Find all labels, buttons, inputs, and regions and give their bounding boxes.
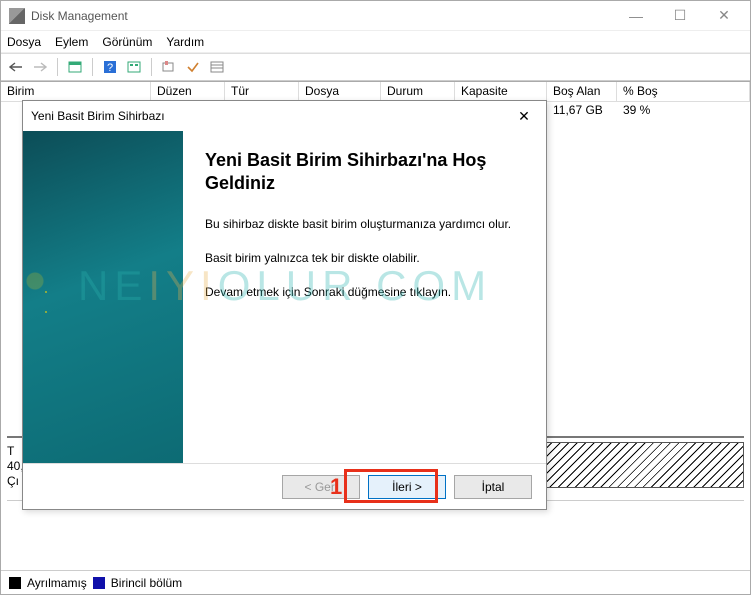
legend: Ayrılmamış Birincil bölüm <box>1 570 750 594</box>
wizard-close-button[interactable]: ✕ <box>510 102 538 130</box>
new-simple-volume-wizard: Yeni Basit Birim Sihirbazı ✕ Yeni Basit … <box>22 100 547 510</box>
volume-list-header: Birim Düzen Tür Dosya Sistemi Durum Kapa… <box>1 82 750 102</box>
maximize-button[interactable]: ☐ <box>658 1 702 31</box>
titlebar: Disk Management — ☐ ✕ <box>1 1 750 31</box>
legend-unallocated: Ayrılmamış <box>27 576 87 590</box>
back-icon[interactable] <box>5 56 27 78</box>
legend-primary: Birincil bölüm <box>111 576 182 590</box>
legend-swatch-primary <box>93 577 105 589</box>
wizard-main: Yeni Basit Birim Sihirbazı'na Hoş Geldin… <box>183 131 546 463</box>
wizard-paragraph-1: Bu sihirbaz diskte basit birim oluşturma… <box>205 216 526 232</box>
properties-icon[interactable] <box>64 56 86 78</box>
next-button[interactable]: İleri > <box>368 475 446 499</box>
menubar: Dosya Eylem Görünüm Yardım <box>1 31 750 53</box>
menu-action[interactable]: Eylem <box>55 35 88 49</box>
empty-pane <box>7 500 744 570</box>
wizard-titlebar: Yeni Basit Birim Sihirbazı ✕ <box>23 101 546 131</box>
wizard-heading: Yeni Basit Birim Sihirbazı'na Hoş Geldin… <box>205 149 526 194</box>
close-button[interactable]: ✕ <box>702 1 746 31</box>
refresh-icon[interactable] <box>123 56 145 78</box>
col-dosya-sistemi[interactable]: Dosya Sistemi <box>299 82 381 101</box>
menu-help[interactable]: Yardım <box>166 35 204 49</box>
col-birim[interactable]: Birim <box>1 82 151 101</box>
col-tur[interactable]: Tür <box>225 82 299 101</box>
col-yuzde-bos[interactable]: % Boş <box>617 82 750 101</box>
back-button: < Geri <box>282 475 360 499</box>
check-icon[interactable] <box>182 56 204 78</box>
wizard-side-graphic <box>23 131 183 463</box>
list-icon[interactable] <box>206 56 228 78</box>
settings-icon[interactable] <box>158 56 180 78</box>
wizard-button-row: < Geri İleri > İptal 1 <box>23 463 546 509</box>
cell-bos-alan: 11,67 GB <box>547 102 617 120</box>
col-duzen[interactable]: Düzen <box>151 82 225 101</box>
minimize-button[interactable]: — <box>614 1 658 31</box>
cell-yuzde: 39 % <box>617 102 750 120</box>
app-icon <box>9 8 25 24</box>
wizard-title: Yeni Basit Birim Sihirbazı <box>31 109 510 123</box>
wizard-paragraph-2: Basit birim yalnızca tek bir diskte olab… <box>205 250 526 266</box>
cancel-button[interactable]: İptal <box>454 475 532 499</box>
help-icon[interactable]: ? <box>99 56 121 78</box>
menu-view[interactable]: Görünüm <box>102 35 152 49</box>
svg-text:?: ? <box>107 62 113 74</box>
legend-swatch-unallocated <box>9 577 21 589</box>
wizard-paragraph-3: Devam etmek için Sonraki düğmesine tıkla… <box>205 284 526 300</box>
window-title: Disk Management <box>31 9 614 23</box>
annotation-number-1: 1 <box>330 474 342 500</box>
col-durum[interactable]: Durum <box>381 82 455 101</box>
menu-file[interactable]: Dosya <box>7 35 41 49</box>
col-bos-alan[interactable]: Boş Alan <box>547 82 617 101</box>
toolbar: ? <box>1 53 750 81</box>
forward-icon[interactable] <box>29 56 51 78</box>
col-kapasite[interactable]: Kapasite <box>455 82 547 101</box>
